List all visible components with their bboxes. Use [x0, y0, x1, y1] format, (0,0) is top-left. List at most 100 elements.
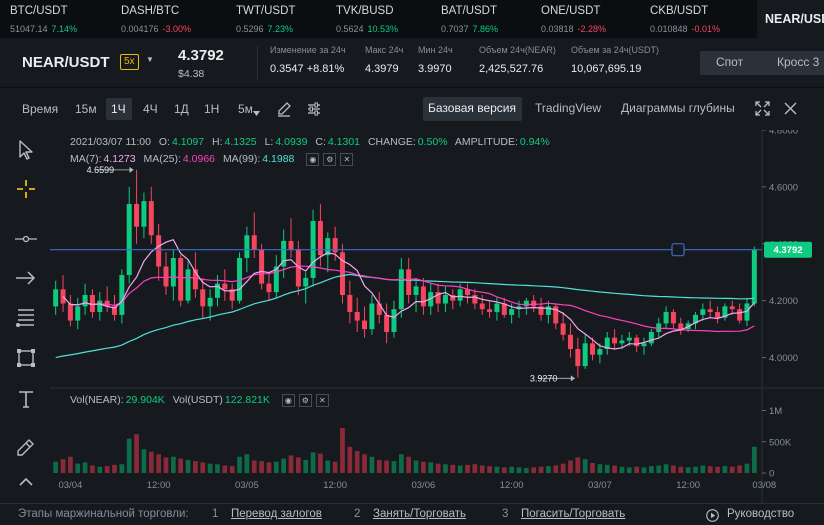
volume-bar: [685, 467, 691, 473]
volume-bar: [288, 455, 294, 473]
drawing-toolbar: [0, 130, 50, 500]
high-marker-label: 4.6599: [87, 165, 115, 175]
candle-body: [89, 294, 95, 313]
rectangle-icon[interactable]: [14, 346, 38, 370]
ticker-item-tvk[interactable]: TVK/BUSD 0.5624 10.53%: [336, 5, 398, 37]
ticker-item-dash[interactable]: DASH/BTC 0.004176 -3.00%: [121, 5, 191, 37]
vol-usdt-key: Vol(USDT): [172, 394, 223, 407]
close-icon[interactable]: ✕: [315, 394, 329, 407]
volume-bar: [53, 461, 59, 473]
close-icon[interactable]: ✕: [340, 153, 354, 166]
volume-bar: [487, 466, 492, 473]
vol-usdt-value: 122.821K: [224, 394, 270, 407]
pair-dropdown-icon[interactable]: ▼: [146, 55, 154, 64]
close-icon[interactable]: [784, 102, 797, 115]
play-icon[interactable]: [706, 509, 719, 522]
ma7-key: MA(7):: [70, 153, 102, 166]
ma99-value: 4.1988: [262, 153, 295, 166]
volume-bar: [479, 465, 485, 473]
step-borrow-link[interactable]: Занять/Торговать: [373, 508, 466, 520]
ohlc-high-key: H:: [212, 136, 223, 148]
cursor-arrow-icon[interactable]: [14, 138, 38, 162]
pencil-icon[interactable]: [276, 101, 292, 117]
step-number: 2: [354, 508, 361, 520]
stat-low: Мин 24ч 3.9970: [418, 45, 453, 75]
candle-body: [259, 249, 265, 284]
stat-label: Мин 24ч: [418, 45, 453, 55]
volume-bar: [112, 464, 117, 473]
volume-bar: [229, 466, 235, 473]
ray-arrow-icon[interactable]: [14, 266, 38, 290]
stat-high: Макс 24ч 4.3979: [365, 45, 403, 75]
candle-body: [148, 201, 154, 236]
candle-body: [648, 331, 654, 344]
ticker-item-btc[interactable]: BTC/USDT 51047.14 7.14%: [10, 5, 77, 37]
gear-icon[interactable]: ⚙: [323, 153, 337, 166]
volume-bar: [332, 461, 338, 473]
view-basic[interactable]: Базовая версия: [428, 101, 516, 115]
volume-bar: [751, 446, 757, 473]
eye-icon[interactable]: ◉: [306, 153, 320, 166]
step-transfer-link[interactable]: Перевод залогов: [231, 508, 322, 520]
candle-body: [53, 289, 59, 307]
volume-bar: [119, 464, 125, 473]
settings-sliders-icon[interactable]: [306, 101, 322, 117]
stat-value: 2,425,527.76: [479, 63, 544, 75]
timeframe-1d[interactable]: 1Д: [174, 102, 189, 116]
view-tradingview[interactable]: TradingView: [535, 101, 601, 115]
more-tools-icon[interactable]: [14, 475, 38, 489]
volume-bar: [494, 466, 500, 473]
timeframe-4h[interactable]: 4Ч: [143, 102, 158, 116]
timeframe-15m[interactable]: 15м: [75, 102, 97, 116]
tab-cross[interactable]: Кросс 3: [777, 55, 819, 69]
stat-change: Изменение за 24ч 0.3547 +8.81%: [270, 45, 346, 75]
candle-body: [156, 235, 162, 267]
pair-header: NEAR/USDT 5x ▼ 4.3792 $4.38 Изменение за…: [0, 38, 824, 88]
vol-near-key: Vol(NEAR):: [70, 394, 124, 407]
volume-bar: [428, 462, 434, 473]
text-tool-icon[interactable]: [14, 387, 38, 411]
candle-body: [582, 343, 588, 367]
ohlc-amplitude: 0.94%: [519, 136, 550, 148]
candle-body: [288, 240, 294, 250]
stat-value: 4.3979: [365, 63, 399, 75]
ticker-item-ckb[interactable]: CKB/USDT 0.010848 -0.01%: [650, 5, 720, 37]
candle-body: [751, 249, 757, 304]
horizontal-line-icon[interactable]: [14, 227, 38, 251]
volume-bar: [237, 456, 242, 473]
ticker-item-twt[interactable]: TWT/USDT 0.5296 7.23%: [236, 5, 295, 37]
candle-body: [523, 300, 529, 307]
fib-lines-icon[interactable]: [14, 306, 38, 330]
volume-bar: [222, 465, 228, 473]
candle-body: [406, 269, 412, 295]
candle-body: [472, 294, 478, 304]
fullscreen-icon[interactable]: [755, 101, 770, 116]
volume-bar: [509, 466, 514, 473]
candle-body: [119, 275, 125, 315]
volume-bar: [266, 462, 272, 473]
pair-name[interactable]: NEAR/USDT: [22, 54, 110, 71]
ticker-item-one[interactable]: ONE/USDT 0.03818 -2.28%: [541, 5, 606, 37]
volume-bar: [398, 454, 404, 473]
eye-icon[interactable]: ◉: [281, 394, 295, 407]
timeframe-1w[interactable]: 1Н: [204, 102, 219, 116]
volume-bar: [744, 463, 750, 473]
volume-bar: [354, 451, 360, 473]
timeframe-5m[interactable]: 5м: [238, 102, 253, 116]
crosshair-icon[interactable]: [14, 177, 38, 201]
view-depth[interactable]: Диаграммы глубины: [621, 101, 735, 115]
timeframe-dropdown-icon[interactable]: [253, 111, 260, 116]
price-line-handle: [671, 243, 685, 257]
brush-icon[interactable]: [14, 435, 38, 459]
volume-bar: [362, 454, 367, 473]
timeframe-1h[interactable]: 1Ч: [111, 102, 126, 116]
step-repay-link[interactable]: Погасить/Торговать: [521, 508, 625, 520]
ohlc-low: 4.0939: [275, 136, 308, 148]
price-chart[interactable]: 4.80004.60004.40004.20004.00001M500K003/…: [50, 130, 824, 503]
candle-body: [487, 309, 493, 313]
guide-link[interactable]: Руководство: [727, 508, 794, 520]
tab-spot[interactable]: Спот: [716, 55, 743, 69]
gear-icon[interactable]: ⚙: [298, 394, 312, 407]
time-tick-label: 03/05: [235, 480, 259, 491]
ticker-item-bat[interactable]: BAT/USDT 0.7037 7.86%: [441, 5, 498, 37]
